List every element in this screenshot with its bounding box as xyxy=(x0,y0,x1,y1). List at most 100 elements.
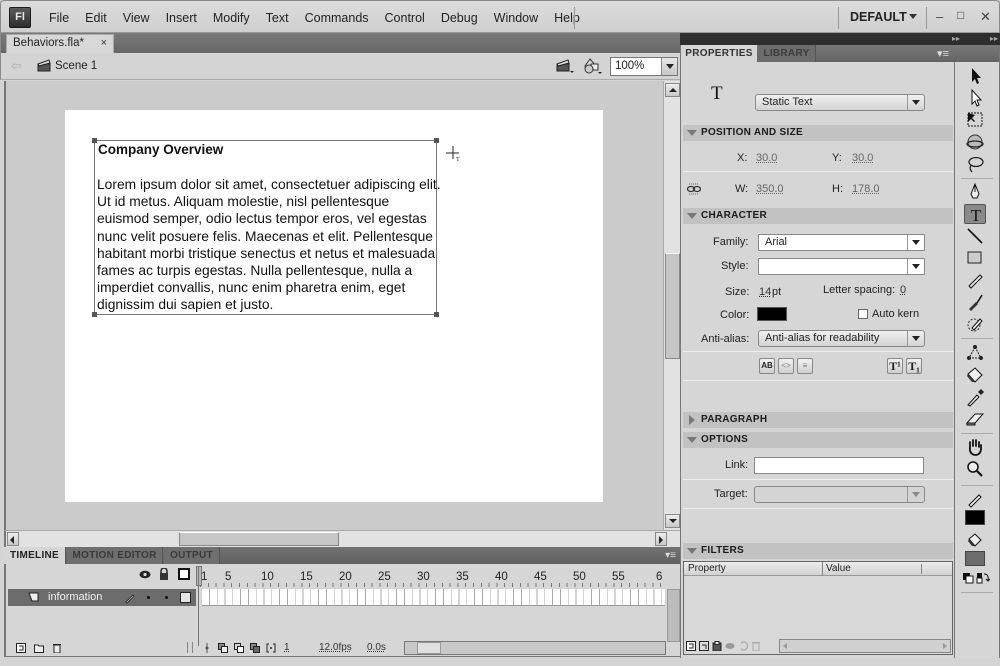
close-window-button[interactable]: ✕ xyxy=(980,9,991,25)
playhead[interactable] xyxy=(196,566,202,646)
text-type-select[interactable]: Static Text xyxy=(755,94,925,111)
presets-icon[interactable] xyxy=(699,641,709,651)
selection-tool[interactable] xyxy=(964,66,986,86)
delete-filter-icon[interactable] xyxy=(751,641,761,651)
anti-alias-select[interactable]: Anti-alias for readability xyxy=(758,330,925,347)
edit-multiple-frames-icon[interactable] xyxy=(250,643,260,653)
menu-control[interactable]: Control xyxy=(377,11,433,25)
scroll-left-icon[interactable] xyxy=(783,643,787,649)
scroll-thumb[interactable] xyxy=(417,642,441,654)
scroll-right-button[interactable] xyxy=(655,532,667,546)
center-frame-icon[interactable] xyxy=(202,643,212,653)
scroll-thumb[interactable] xyxy=(179,532,339,546)
tab-timeline[interactable]: TIMELINE xyxy=(4,547,66,564)
show-border-button[interactable]: ≡ xyxy=(797,358,813,374)
eye-icon[interactable] xyxy=(139,570,151,579)
chevron-down-icon[interactable] xyxy=(907,95,924,110)
tab-output[interactable]: OUTPUT xyxy=(164,547,220,564)
link-input[interactable] xyxy=(754,457,924,474)
chevron-down-icon[interactable] xyxy=(909,14,917,19)
timeline-horizontal-scrollbar[interactable] xyxy=(404,641,666,655)
fill-color-tool[interactable] xyxy=(964,530,986,548)
menu-insert[interactable]: Insert xyxy=(158,11,205,25)
clipboard-icon[interactable] xyxy=(712,641,722,651)
current-frame[interactable]: 1 xyxy=(284,642,290,653)
subselection-tool[interactable] xyxy=(964,88,986,108)
x-value[interactable]: 30.0 xyxy=(756,152,777,164)
line-tool[interactable] xyxy=(964,226,986,246)
menu-text[interactable]: Text xyxy=(258,11,297,25)
3d-rotation-tool[interactable] xyxy=(964,132,986,152)
menu-commands[interactable]: Commands xyxy=(297,11,377,25)
lock-icon[interactable] xyxy=(159,568,169,580)
auto-kern-checkbox[interactable] xyxy=(858,309,868,319)
lock-proportions-icon[interactable] xyxy=(687,183,701,195)
scene-breadcrumb[interactable]: Scene 1 xyxy=(55,60,97,72)
add-filter-icon[interactable] xyxy=(686,641,696,651)
render-html-button[interactable]: <> xyxy=(778,358,794,374)
menu-view[interactable]: View xyxy=(115,11,158,25)
font-style-select[interactable] xyxy=(758,258,925,275)
collapse-panel-icon[interactable]: ▸▸ xyxy=(952,33,960,45)
static-text-field[interactable]: Company Overview Lorem ipsum dolor sit a… xyxy=(92,138,441,317)
stroke-color-swatch[interactable] xyxy=(965,510,985,525)
frame-rate[interactable]: 12.0fps xyxy=(319,642,352,653)
font-family-select[interactable]: Arial xyxy=(758,234,925,251)
close-tab-icon[interactable]: × xyxy=(101,35,107,52)
target-select[interactable] xyxy=(754,486,925,503)
superscript-button[interactable]: T¹ xyxy=(887,358,903,374)
modify-onion-markers-icon[interactable] xyxy=(266,643,276,653)
zoom-tool[interactable] xyxy=(964,459,986,479)
text-color-swatch[interactable] xyxy=(757,307,787,321)
scroll-up-button[interactable] xyxy=(665,83,680,97)
bone-tool[interactable] xyxy=(964,343,986,363)
resize-handle[interactable] xyxy=(434,138,439,143)
hand-tool[interactable] xyxy=(964,437,986,457)
new-layer-icon[interactable] xyxy=(16,643,26,653)
zoom-select[interactable]: 100% xyxy=(610,57,678,76)
minimize-button[interactable]: – xyxy=(936,9,943,24)
outline-toggle[interactable] xyxy=(180,592,191,603)
black-and-white-icon[interactable] xyxy=(962,572,974,584)
frame-grid[interactable] xyxy=(202,589,665,606)
selectable-text-button[interactable]: AB xyxy=(759,358,775,374)
swap-colors-icon[interactable] xyxy=(976,572,990,584)
onion-skin-outlines-icon[interactable] xyxy=(234,643,244,653)
eyedropper-tool[interactable] xyxy=(964,387,986,407)
chevron-down-icon[interactable] xyxy=(907,331,924,346)
layer-row[interactable]: information xyxy=(8,589,196,606)
section-position-and-size[interactable]: POSITION AND SIZE xyxy=(683,125,953,141)
fill-color-swatch[interactable] xyxy=(965,551,985,566)
y-value[interactable]: 30.0 xyxy=(852,152,873,164)
width-value[interactable]: 350.0 xyxy=(756,183,784,195)
chevron-down-icon[interactable] xyxy=(907,259,924,274)
deco-tool[interactable] xyxy=(964,314,986,334)
resize-handle[interactable] xyxy=(92,138,97,143)
menu-window[interactable]: Window xyxy=(486,11,546,25)
tab-properties[interactable]: PROPERTIES xyxy=(681,45,757,62)
text-tool[interactable]: T xyxy=(964,204,986,225)
outline-icon[interactable] xyxy=(178,568,190,580)
pen-tool[interactable] xyxy=(964,182,986,202)
scroll-down-button[interactable] xyxy=(665,514,680,528)
edit-symbols-icon[interactable] xyxy=(583,57,603,75)
lock-dot[interactable] xyxy=(165,596,168,599)
layer-name[interactable]: information xyxy=(48,591,102,603)
filters-scrollbar[interactable] xyxy=(779,639,951,653)
maximize-button[interactable]: □ xyxy=(957,8,964,22)
visibility-dot[interactable] xyxy=(147,596,150,599)
timeline-vertical-scrollbar[interactable] xyxy=(667,589,680,642)
eraser-tool[interactable] xyxy=(964,409,986,429)
back-arrow-icon[interactable]: ⇦ xyxy=(11,58,22,74)
collapse-tools-icon[interactable]: ▸▸ xyxy=(990,33,998,45)
enable-filter-icon[interactable] xyxy=(725,641,735,651)
menu-help[interactable]: Help xyxy=(546,11,588,25)
new-folder-icon[interactable] xyxy=(34,643,44,653)
menu-file[interactable]: File xyxy=(41,11,77,25)
section-paragraph[interactable]: PARAGRAPH xyxy=(683,412,953,428)
rectangle-tool[interactable] xyxy=(964,248,986,268)
pencil-tool[interactable] xyxy=(964,270,986,290)
lasso-tool[interactable] xyxy=(964,154,986,174)
scroll-thumb[interactable] xyxy=(665,253,680,359)
stage-vertical-scrollbar[interactable] xyxy=(663,81,680,530)
